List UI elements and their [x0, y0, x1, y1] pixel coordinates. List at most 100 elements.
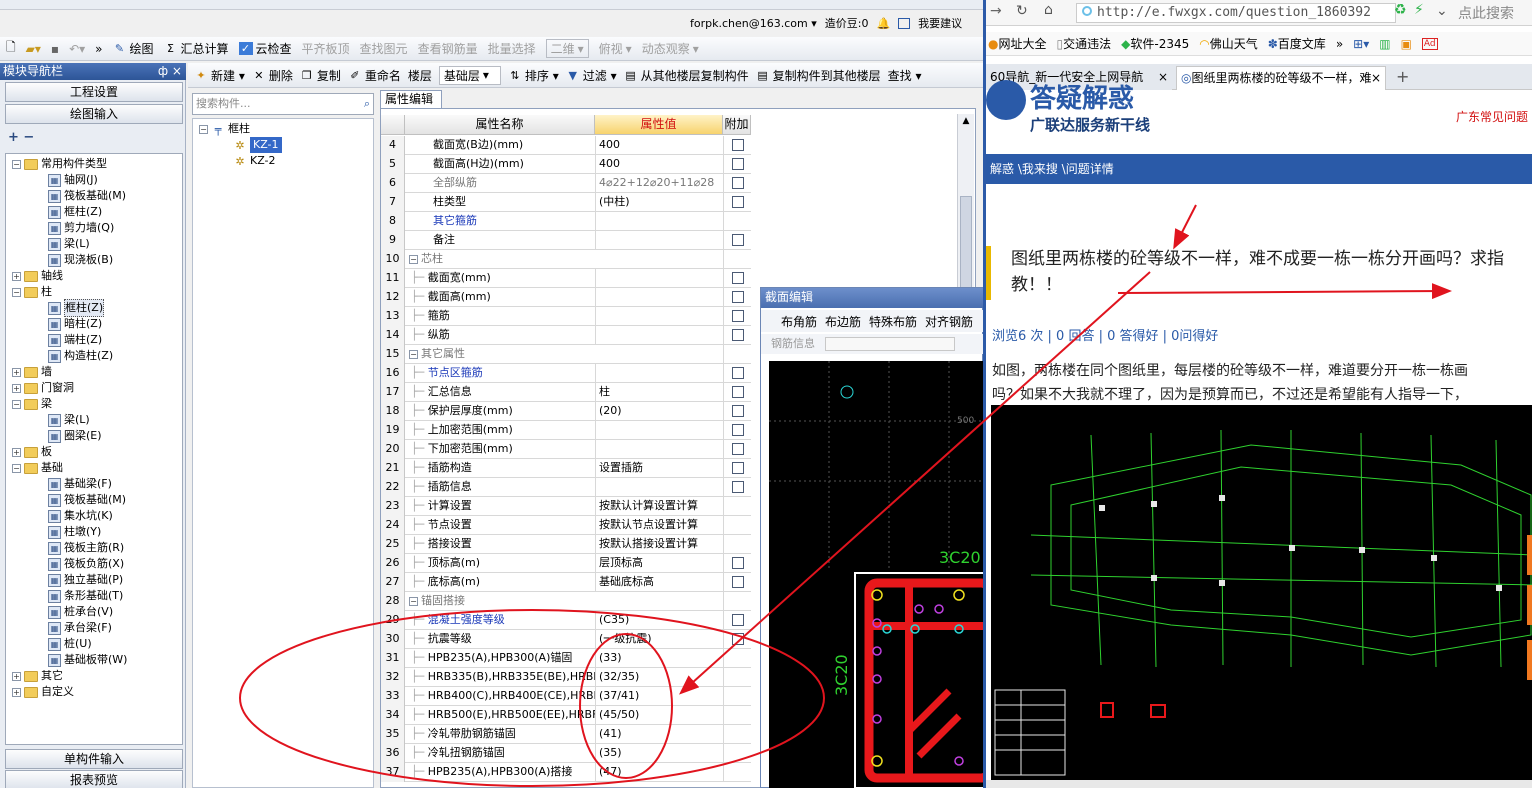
collapse-icon[interactable]: −	[12, 463, 21, 473]
close-icon[interactable]: ×	[1158, 66, 1168, 88]
nav-tree-item[interactable]: ▦ 承台梁(F)	[48, 620, 112, 636]
open-folder-icon[interactable]: ▰▾	[26, 42, 41, 56]
nav-tree-item[interactable]: ▦ 桩(U)	[48, 636, 92, 652]
component-tree-root[interactable]: − ╤ 框柱	[199, 121, 250, 137]
new-tab-icon[interactable]: +	[1392, 66, 1412, 90]
search-box[interactable]: 点此搜索	[1458, 3, 1514, 23]
search-icon[interactable]: ⌕	[364, 94, 370, 114]
property-row[interactable]: 19 ├─ 上加密范围(mm)	[381, 421, 751, 440]
property-row[interactable]: 20 ├─ 下加密范围(mm)	[381, 440, 751, 459]
batch-select-button[interactable]: 批量选择	[488, 40, 536, 57]
bookmark-1[interactable]: ▯交通违法	[1057, 35, 1112, 52]
nav-tree-item[interactable]: − 基础	[12, 460, 63, 476]
cloud-check-button[interactable]: ✓ 云检查	[238, 40, 292, 57]
copy-to-floor-button[interactable]: ▤ 复制构件到其他楼层	[756, 67, 880, 84]
property-row[interactable]: 24 ├─ 节点设置 按默认节点设置计算	[381, 516, 751, 535]
property-row[interactable]: 25 ├─ 搭接设置 按默认搭接设置计算	[381, 535, 751, 554]
lightning-icon[interactable]: ⚡	[1414, 2, 1424, 18]
account-email[interactable]: forpk.chen@163.com ▾	[690, 17, 817, 30]
property-value[interactable]: (47)	[595, 763, 723, 782]
property-row[interactable]: 9 备注	[381, 231, 751, 250]
nav-tree-item[interactable]: ▦ 端柱(Z)	[48, 332, 102, 348]
extra-checkbox[interactable]	[732, 576, 744, 588]
property-value[interactable]: 4⌀22+12⌀20+11⌀28	[595, 174, 723, 193]
extra-checkbox[interactable]	[732, 443, 744, 455]
nav-tree-item[interactable]: + 板	[12, 444, 52, 460]
property-row[interactable]: 16 ├─ 节点区箍筋	[381, 364, 751, 383]
edge-rebar-button[interactable]: 布边筋	[825, 313, 861, 330]
collapse-icon[interactable]: −	[409, 255, 418, 264]
suggest-link[interactable]: 我要建议	[918, 15, 962, 31]
site-breadcrumb[interactable]: 解惑 \我来搜 \问题详情	[986, 154, 1532, 184]
property-value[interactable]: 层顶标高	[595, 554, 723, 573]
extra-checkbox[interactable]	[732, 196, 744, 208]
expand-icon[interactable]: +	[12, 447, 21, 457]
nav-tree-item[interactable]: ▦ 梁(L)	[48, 412, 90, 428]
bookmark-4[interactable]: ✽百度文库	[1268, 35, 1326, 52]
property-value[interactable]: (中柱)	[595, 193, 723, 212]
property-row[interactable]: 10 − 芯柱	[381, 250, 751, 269]
dynamic-view-button[interactable]: 动态观察 ▾	[642, 40, 699, 57]
nav-tree-item[interactable]: ▦ 基础板带(W)	[48, 652, 127, 668]
property-value[interactable]: (C35)	[595, 611, 723, 630]
copy-button[interactable]: ❐ 复制	[300, 67, 341, 84]
adblock-icon[interactable]: Ad	[1421, 37, 1438, 50]
property-row[interactable]: 31 ├─ HPB235(A),HPB300(A)锚固 (33)	[381, 649, 751, 668]
page-scrollbar[interactable]	[986, 780, 1532, 788]
extra-checkbox[interactable]	[732, 367, 744, 379]
property-value[interactable]: 400	[595, 155, 723, 174]
property-value[interactable]: 按默认搭接设置计算	[595, 535, 723, 554]
sort-button[interactable]: ⇅ 排序 ▾	[508, 67, 558, 84]
component-item-kz2[interactable]: ✲ KZ-2	[233, 153, 275, 169]
floor-select[interactable]: 基础层 ▾	[438, 65, 501, 85]
property-value[interactable]: 按默认计算设置计算	[595, 497, 723, 516]
collapse-icon[interactable]: −	[199, 124, 208, 134]
property-value[interactable]: 设置插筋	[595, 459, 723, 478]
property-row[interactable]: 21 ├─ 插筋构造 设置插筋	[381, 459, 751, 478]
extra-checkbox[interactable]	[732, 405, 744, 417]
header-extra[interactable]: 附加	[723, 115, 751, 135]
property-row[interactable]: 33 ├─ HRB400(C),HRB400E(CE),HRBF (37/41)	[381, 687, 751, 706]
property-value[interactable]: (45/50)	[595, 706, 723, 725]
tv-icon[interactable]: ▣	[1401, 37, 1412, 51]
property-value[interactable]: (35)	[595, 744, 723, 763]
property-row[interactable]: 11 ├─ 截面宽(mm)	[381, 269, 751, 288]
nav-tree-item[interactable]: ▦ 筏板基础(M)	[48, 492, 126, 508]
nav-tree-item[interactable]: + 轴线	[12, 268, 63, 284]
nav-tree-item[interactable]: ▦ 集水坑(K)	[48, 508, 113, 524]
undo-icon[interactable]: ↶▾	[69, 42, 85, 56]
pin-close-icon[interactable]: ф ×	[158, 63, 182, 80]
extra-checkbox[interactable]	[732, 272, 744, 284]
reload-green-icon[interactable]: ♻	[1394, 2, 1407, 18]
property-row[interactable]: 5 截面高(H边)(mm) 400	[381, 155, 751, 174]
property-value[interactable]	[595, 421, 723, 440]
extra-checkbox[interactable]	[732, 291, 744, 303]
extra-checkbox[interactable]	[732, 158, 744, 170]
filter-button[interactable]: ▼ 过滤 ▾	[566, 67, 617, 84]
rebar-info-select[interactable]	[825, 337, 955, 351]
property-value[interactable]	[595, 212, 723, 231]
property-row[interactable]: 27 ├─ 底标高(m) 基础底标高	[381, 573, 751, 592]
property-value[interactable]	[595, 231, 723, 250]
property-value[interactable]: 基础底标高	[595, 573, 723, 592]
property-row[interactable]: 26 ├─ 顶标高(m) 层顶标高	[381, 554, 751, 573]
nav-tree-item[interactable]: ▦ 现浇板(B)	[48, 252, 113, 268]
expand-collapse-icon[interactable]: + −	[8, 130, 34, 145]
bookmark-3[interactable]: ◠佛山天气	[1199, 35, 1258, 52]
nav-tree-item[interactable]: ▦ 桩承台(V)	[48, 604, 113, 620]
property-row[interactable]: 7 柱类型 (中柱)	[381, 193, 751, 212]
extra-checkbox[interactable]	[732, 481, 744, 493]
property-value[interactable]	[595, 326, 723, 345]
extra-checkbox[interactable]	[732, 139, 744, 151]
property-row[interactable]: 8 其它箍筋	[381, 212, 751, 231]
property-row[interactable]: 37 ├─ HPB235(A),HPB300(A)搭接 (47)	[381, 763, 751, 782]
align-rebar-button[interactable]: 对齐钢筋	[925, 313, 973, 330]
property-row[interactable]: 32 ├─ HRB335(B),HRB335E(BE),HRBF (32/35)	[381, 668, 751, 687]
book-icon[interactable]: ▥	[1379, 37, 1390, 51]
drawing-input-button[interactable]: 绘图输入	[5, 104, 183, 124]
property-row[interactable]: 30 ├─ 抗震等级 (一级抗震)	[381, 630, 751, 649]
collapse-icon[interactable]: −	[409, 597, 418, 606]
bookmark-0[interactable]: ●网址大全	[988, 35, 1047, 52]
collapse-icon[interactable]: −	[12, 287, 21, 297]
align-slab-top-button[interactable]: 平齐板顶	[302, 40, 350, 57]
